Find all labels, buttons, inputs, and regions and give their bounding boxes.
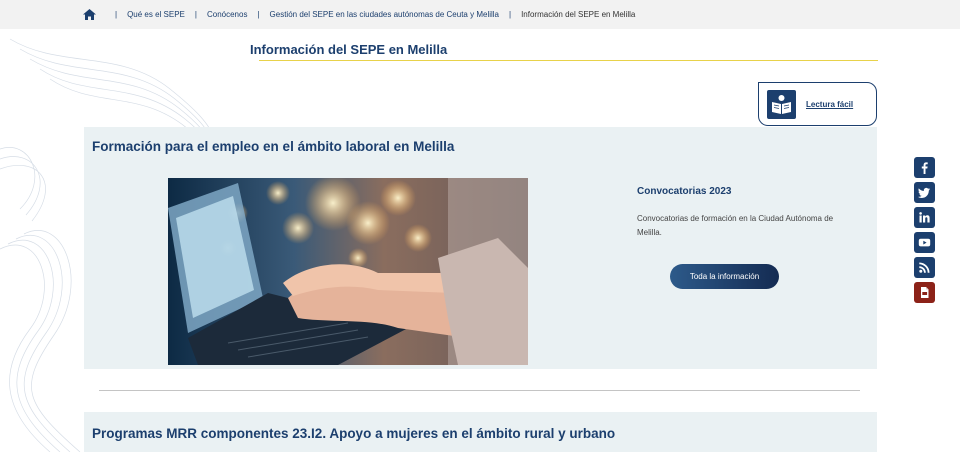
all-information-button[interactable]: Toda la información [670,264,779,289]
facebook-icon[interactable] [914,157,935,178]
breadcrumb-separator: | [115,10,118,19]
linkedin-icon[interactable] [914,207,935,228]
rss-icon[interactable] [914,257,935,278]
pdf-icon[interactable] [914,282,935,303]
youtube-icon[interactable] [914,232,935,253]
breadcrumb-current: Información del SEPE en Melilla [521,10,636,19]
social-bar [914,157,935,307]
laptop-typing-photo [168,178,528,365]
easy-read-button[interactable]: Lectura fácil [758,82,877,126]
breadcrumb-link-conocenos[interactable]: Conócenos [207,10,247,19]
calls-2023-heading: Convocatorias 2023 [637,186,732,197]
title-underline [259,60,878,61]
section-divider [99,390,860,391]
easy-read-book-icon [767,89,796,119]
breadcrumb-separator: | [194,10,197,19]
breadcrumb-bar: | Qué es el SEPE | Conócenos | Gestión d… [0,0,960,29]
mrr-programs-card: Programas MRR componentes 23.I2. Apoyo a… [84,412,877,452]
easy-read-label: Lectura fácil [806,99,854,109]
breadcrumb: | Qué es el SEPE | Conócenos | Gestión d… [83,9,635,20]
breadcrumb-link-gestion[interactable]: Gestión del SEPE en las ciudades autónom… [270,10,499,19]
mrr-programs-title: Programas MRR componentes 23.I2. Apoyo a… [92,426,616,441]
page-title: Información del SEPE en Melilla [250,42,448,57]
calls-description: Convocatorias de formación en la Ciudad … [637,214,834,237]
training-card-title: Formación para el empleo en el ámbito la… [92,139,455,154]
breadcrumb-separator: | [509,10,512,19]
breadcrumb-link-que-es[interactable]: Qué es el SEPE [127,10,185,19]
training-card: Formación para el empleo en el ámbito la… [84,127,877,369]
home-icon[interactable] [83,9,96,20]
breadcrumb-separator: | [257,10,260,19]
twitter-icon[interactable] [914,182,935,203]
